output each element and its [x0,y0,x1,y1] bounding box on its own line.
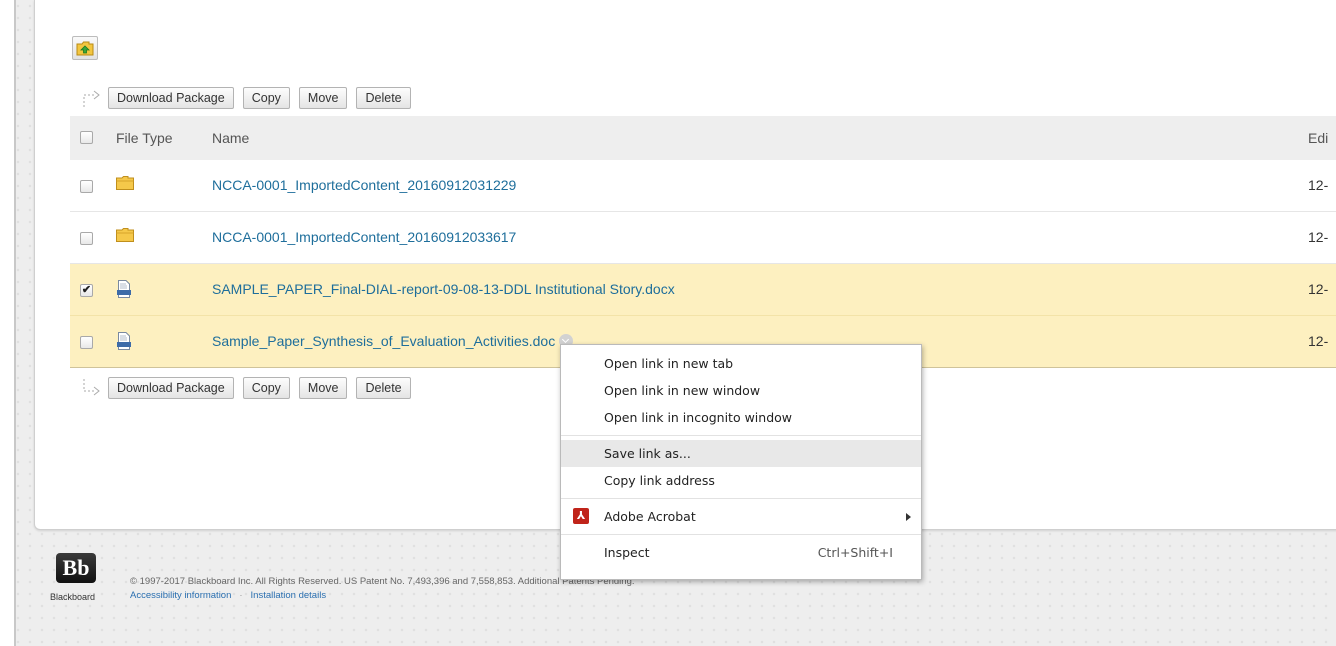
row-name: SAMPLE_PAPER_Final-DIAL-report-09-08-13-… [212,281,675,297]
doc-icon [116,280,132,301]
table-header: File Type Name Edi [70,116,1336,160]
menu-open-new-tab[interactable]: Open link in new tab [561,350,921,377]
table-row: NCCA-0001_ImportedContent_20160912033617… [70,212,1336,264]
header-file-type[interactable]: File Type [116,130,173,146]
file-link[interactable]: SAMPLE_PAPER_Final-DIAL-report-09-08-13-… [212,281,675,297]
download-package-button[interactable]: Download Package [108,377,234,399]
folder-up-icon [76,41,94,56]
row-checkbox[interactable] [80,232,93,245]
menu-open-incognito[interactable]: Open link in incognito window [561,404,921,431]
doc-icon [116,332,132,353]
select-all-checkbox[interactable] [80,131,93,144]
inspect-shortcut: Ctrl+Shift+I [817,545,893,560]
menu-inspect[interactable]: Inspect Ctrl+Shift+I [561,539,921,566]
row-checkbox[interactable]: ✔ [80,284,93,297]
footer-separator: · [239,590,243,601]
table-row: NCCA-0001_ImportedContent_20160912031229… [70,160,1336,212]
blackboard-logo: Bb [56,553,96,583]
folder-icon [116,228,134,245]
row-name: NCCA-0001_ImportedContent_20160912031229 [212,177,516,193]
blackboard-brand-text: Blackboard [50,592,96,602]
file-link[interactable]: NCCA-0001_ImportedContent_20160912033617 [212,229,516,245]
checkmark-icon: ✔ [81,284,92,296]
file-link[interactable]: NCCA-0001_ImportedContent_20160912031229 [212,177,516,193]
menu-adobe-acrobat[interactable]: ⅄ Adobe Acrobat [561,503,921,530]
row-edited: 12- [1308,281,1329,297]
up-folder-button[interactable] [72,36,98,60]
menu-separator [561,435,921,436]
row-name: Sample_Paper_Synthesis_of_Evaluation_Act… [212,333,574,349]
menu-open-new-window[interactable]: Open link in new window [561,377,921,404]
row-edited: 12- [1308,177,1329,193]
delete-button[interactable]: Delete [356,87,411,109]
left-divider [14,0,16,646]
menu-separator [561,498,921,499]
row-checkbox[interactable] [80,180,93,193]
installation-details-link[interactable]: Installation details [251,590,327,601]
move-button[interactable]: Move [298,377,348,399]
row-edited: 12- [1308,333,1329,349]
menu-save-link-as[interactable]: Save link as... [561,440,921,467]
menu-adobe-acrobat-label: Adobe Acrobat [604,509,696,524]
download-package-button[interactable]: Download Package [108,87,234,109]
action-bar-top: Download Package Copy Move Delete [80,86,420,110]
menu-inspect-label: Inspect [604,545,650,560]
footer-copyright: © 1997-2017 Blackboard Inc. All Rights R… [130,576,635,587]
delete-button[interactable]: Delete [356,377,411,399]
action-bar-bottom: Download Package Copy Move Delete [80,376,420,400]
move-button[interactable]: Move [298,87,348,109]
row-edited: 12- [1308,229,1329,245]
folder-icon [116,176,134,193]
submenu-arrow-icon [906,513,911,521]
row-checkbox[interactable] [80,336,93,349]
menu-copy-link-address[interactable]: Copy link address [561,467,921,494]
file-table: File Type Name Edi NCCA-0001_ImportedCon… [70,116,1336,368]
file-link[interactable]: Sample_Paper_Synthesis_of_Evaluation_Act… [212,333,555,349]
selection-arrow-icon [80,377,108,399]
accessibility-link[interactable]: Accessibility information [130,590,231,601]
selection-arrow-icon [80,87,108,109]
copy-button[interactable]: Copy [242,87,290,109]
footer-links: Accessibility information · Installation d… [130,590,326,601]
menu-separator [561,534,921,535]
copy-button[interactable]: Copy [242,377,290,399]
context-menu: Open link in new tab Open link in new wi… [560,344,922,580]
table-row: ✔ SAMPLE_PAPER_Final-DIAL-report-09-08-1… [70,264,1336,316]
header-edited[interactable]: Edi [1308,130,1328,146]
header-name[interactable]: Name [212,130,249,146]
row-name: NCCA-0001_ImportedContent_20160912033617 [212,229,516,245]
adobe-acrobat-icon: ⅄ [573,508,589,524]
